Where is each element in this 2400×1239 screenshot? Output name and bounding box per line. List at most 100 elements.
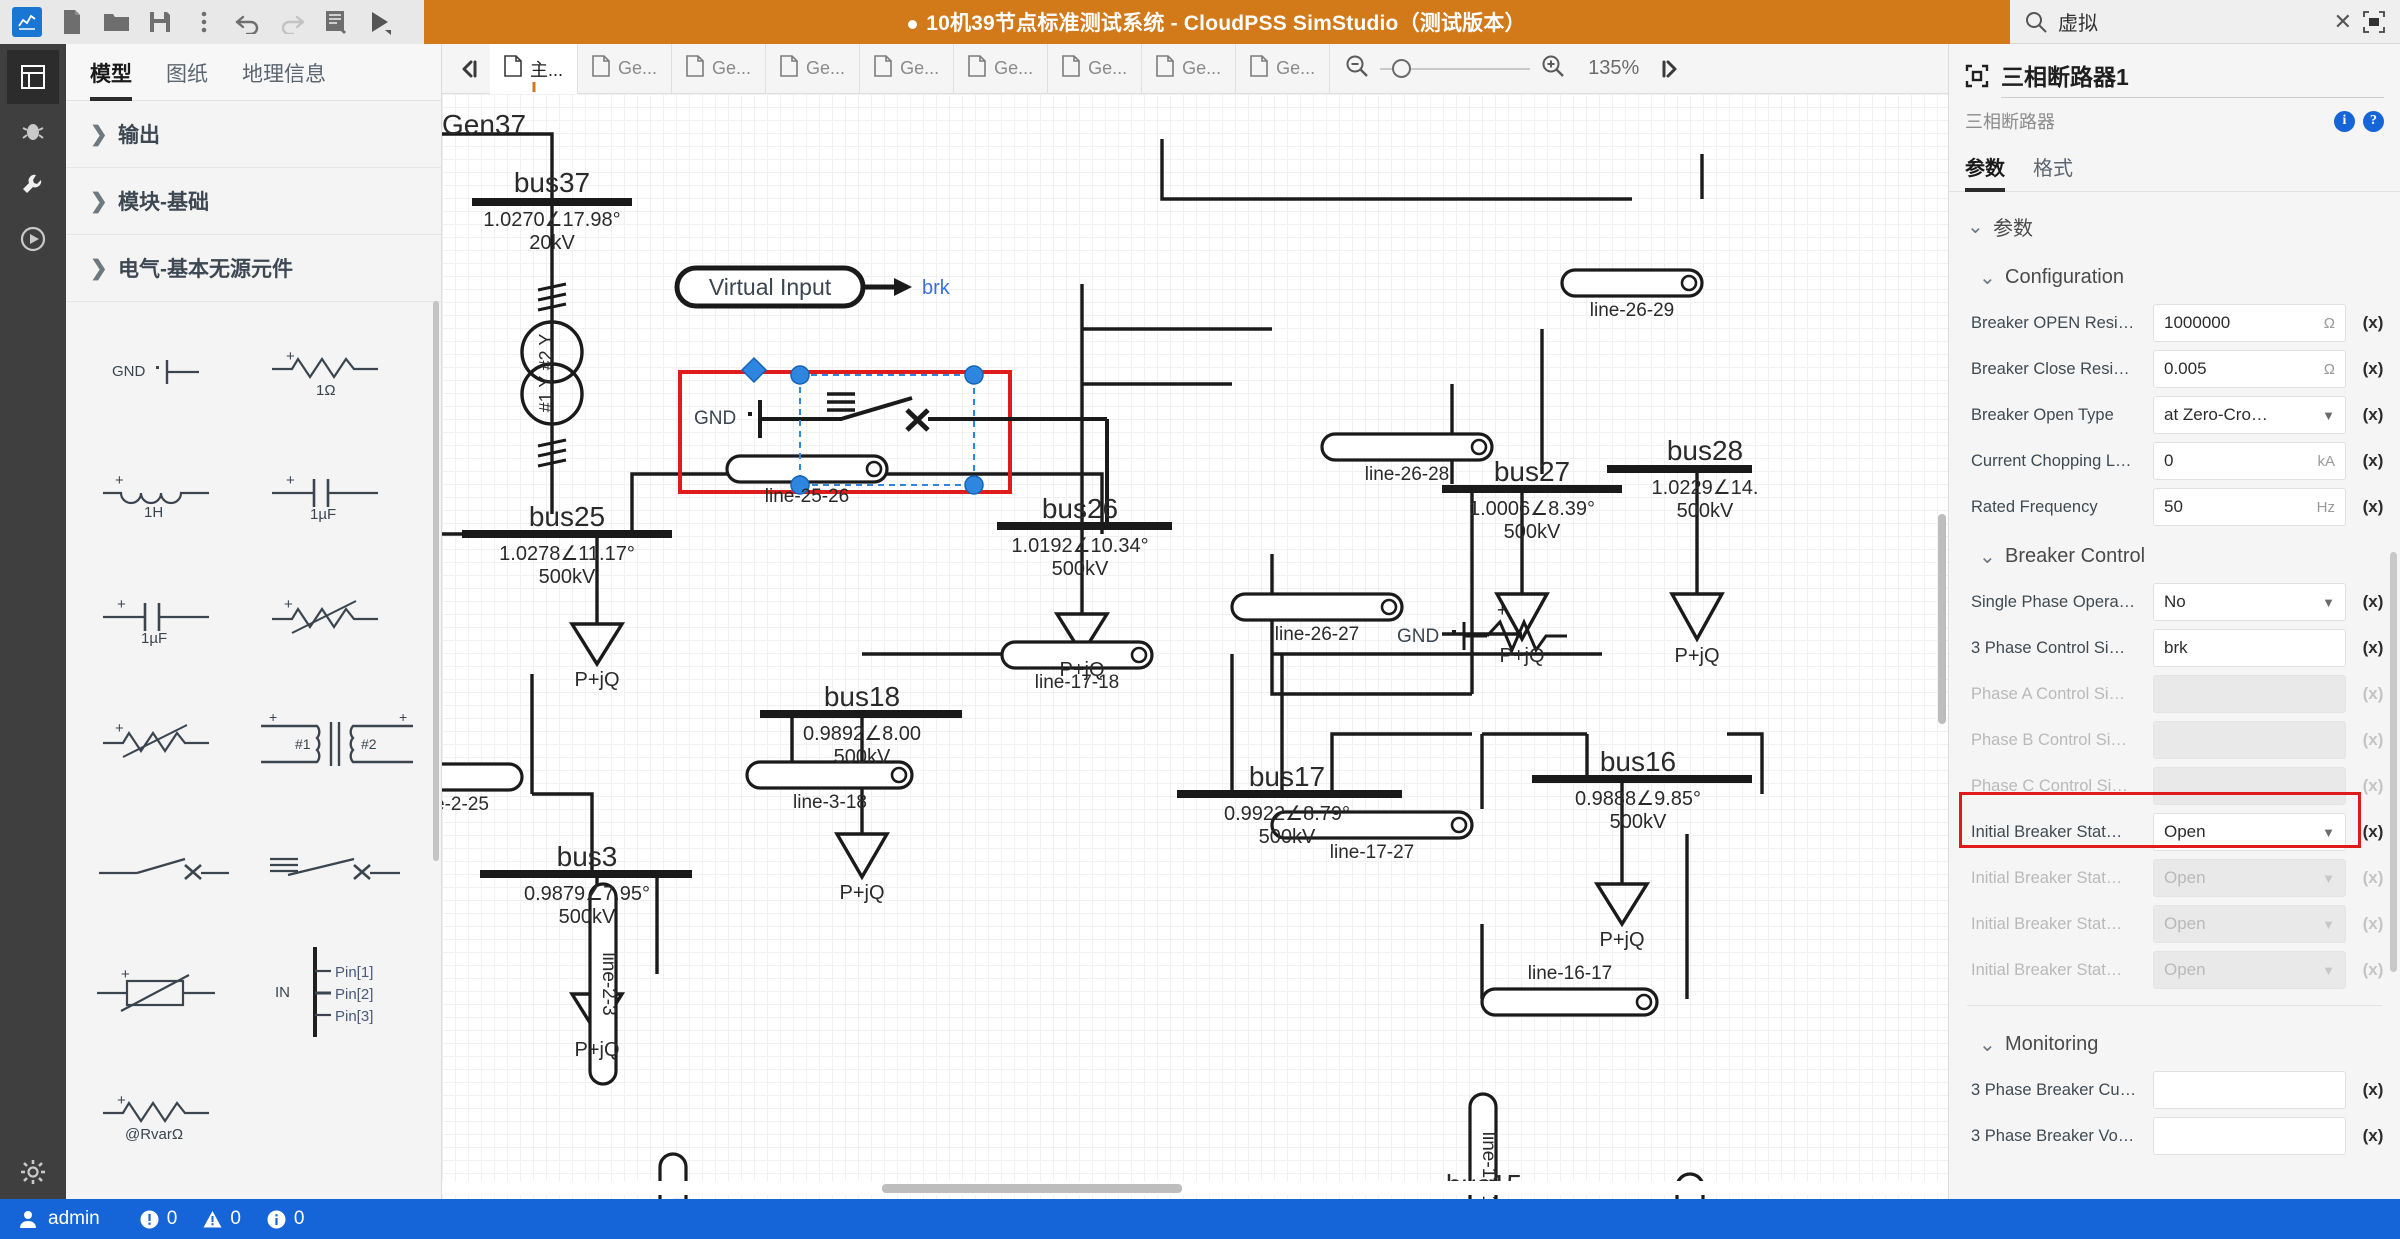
row-single-phase-operation: Single Phase Opera… No ▼ (x) (1949, 579, 2400, 625)
expression-toggle-button[interactable]: (x) (2356, 359, 2390, 379)
run-icon[interactable] (360, 2, 400, 42)
report-icon[interactable] (316, 2, 356, 42)
status-user[interactable]: admin (18, 1208, 100, 1230)
tab-drawing[interactable]: 图纸 (166, 58, 208, 100)
fullscreen-icon[interactable] (2362, 10, 2386, 34)
help-icon[interactable]: ? (2363, 110, 2384, 132)
left-panel-scrollbar[interactable] (433, 301, 439, 861)
tab-gen-2[interactable]: Ge... (672, 43, 767, 94)
zoom-in-icon[interactable] (1540, 53, 1566, 84)
palette-item-variable-resistor-2[interactable]: + (84, 690, 253, 798)
three-phase-breaker-current-input[interactable] (2153, 1071, 2346, 1109)
row-initial-breaker-state-a: Initial Breaker Stat… Open ▼ (x) (1949, 855, 2400, 901)
phase-c-control-signal-input (2153, 767, 2346, 805)
three-phase-breaker-voltage-input[interactable] (2153, 1117, 2346, 1155)
tab-gen-1[interactable]: Ge... (578, 43, 673, 94)
chevron-right-icon: ❯ (90, 189, 108, 213)
schematic-canvas[interactable]: GND + Virtual Input brk GND bus37 1.0270… (442, 94, 1948, 1199)
expression-toggle-button[interactable]: (x) (2356, 313, 2390, 333)
expression-toggle-button[interactable]: (x) (2356, 1080, 2390, 1100)
palette-item-capacitor[interactable]: + 1µF (253, 442, 423, 550)
row-phase-c-control-signal: Phase C Control Si… (x) (1949, 763, 2400, 809)
expression-toggle-button[interactable]: (x) (2356, 1126, 2390, 1146)
sidebar-item-project[interactable] (7, 50, 59, 104)
zoom-slider-knob[interactable] (1392, 59, 1412, 78)
tab-gen-3[interactable]: Ge... (766, 43, 861, 94)
tab-main-diagram[interactable]: 主... (490, 43, 579, 94)
three-phase-control-signal-input[interactable]: brk (2153, 629, 2346, 667)
save-icon[interactable] (140, 2, 180, 42)
expression-toggle-button[interactable]: (x) (2356, 638, 2390, 658)
expression-toggle-button[interactable]: (x) (2356, 451, 2390, 471)
palette-item-resistor[interactable]: + 1Ω (253, 318, 423, 426)
svg-text:line-2-25: line-2-25 (442, 794, 489, 815)
expression-toggle-button[interactable]: (x) (2356, 497, 2390, 517)
expression-toggle-button[interactable]: (x) (2356, 822, 2390, 842)
search-box[interactable]: 虚拟 ✕ (2010, 0, 2400, 44)
breaker-open-resistance-input[interactable]: 1000000 Ω (2153, 304, 2346, 342)
tab-format[interactable]: 格式 (2033, 152, 2073, 191)
sidebar-item-settings[interactable] (7, 1145, 59, 1199)
collapse-left-icon[interactable] (448, 47, 490, 91)
status-warnings[interactable]: 0 (203, 1208, 241, 1230)
canvas-horizontal-scrollbar[interactable] (442, 1181, 1948, 1195)
palette-item-nonlinear-resistor[interactable]: + (84, 938, 253, 1046)
zoom-level-label: 135% (1588, 57, 1640, 79)
section-configuration[interactable]: ⌄ Configuration (1949, 251, 2400, 300)
tab-gen-8[interactable]: Ge... (1236, 43, 1331, 94)
tab-gen-5[interactable]: Ge... (954, 43, 1049, 94)
tab-gen-7[interactable]: Ge... (1142, 43, 1237, 94)
search-input[interactable]: 虚拟 (2058, 7, 2324, 36)
tab-gen-6[interactable]: Ge... (1048, 43, 1143, 94)
palette-item-inductor[interactable]: + 1H (84, 442, 253, 550)
sidebar-item-tools[interactable] (7, 158, 59, 212)
group-output[interactable]: ❯ 输出 (66, 101, 441, 168)
sidebar-item-debug[interactable] (7, 104, 59, 158)
undo-icon[interactable] (228, 2, 268, 42)
expression-toggle-button[interactable]: (x) (2356, 592, 2390, 612)
zoom-out-icon[interactable] (1344, 53, 1370, 84)
palette-item-transformer[interactable]: + + #1 #2 (253, 690, 423, 798)
group-module-basic[interactable]: ❯ 模块-基础 (66, 168, 441, 235)
initial-breaker-state-b-select: Open ▼ (2153, 905, 2346, 943)
palette-item-rvar-resistor[interactable]: + @RvarΩ (84, 1062, 253, 1170)
properties-scrollbar[interactable] (2390, 552, 2397, 972)
username-label: admin (48, 1208, 100, 1229)
tab-parameters[interactable]: 参数 (1965, 152, 2005, 192)
initial-breaker-state-select[interactable]: Open ▼ (2153, 813, 2346, 851)
tab-geoinfo[interactable]: 地理信息 (242, 58, 326, 100)
sidebar-item-run[interactable] (7, 212, 59, 266)
palette-item-grounded-breaker[interactable] (253, 814, 423, 922)
tab-model[interactable]: 模型 (90, 58, 132, 101)
section-breaker-control[interactable]: ⌄ Breaker Control (1949, 530, 2400, 579)
zoom-slider[interactable] (1380, 59, 1531, 78)
component-name-field[interactable]: 三相断路器1 (2001, 58, 2384, 98)
open-folder-icon[interactable] (96, 2, 136, 42)
status-infos[interactable]: 0 (267, 1208, 304, 1230)
clear-search-icon[interactable]: ✕ (2334, 10, 2352, 33)
palette-item-ground[interactable]: GND (84, 318, 253, 426)
new-file-icon[interactable] (52, 2, 92, 42)
status-errors[interactable]: 0 (140, 1208, 177, 1230)
palette-item-breaker[interactable] (84, 814, 253, 922)
rated-frequency-input[interactable]: 50 Hz (2153, 488, 2346, 526)
section-parameters[interactable]: ⌄ 参数 (1949, 198, 2400, 251)
scrollbar-thumb[interactable] (882, 1184, 1182, 1193)
more-vertical-icon[interactable] (184, 2, 224, 42)
breaker-open-type-select[interactable]: at Zero-Cro… ▼ (2153, 396, 2346, 434)
section-monitoring[interactable]: ⌄ Monitoring (1949, 1018, 2400, 1067)
palette-item-multi-pin-bus[interactable]: IN Pin[1] Pin[2] Pin[3] (253, 938, 423, 1046)
canvas-vertical-scrollbar[interactable] (1938, 514, 1946, 724)
redo-icon[interactable] (272, 2, 312, 42)
expression-toggle-button[interactable]: (x) (2356, 405, 2390, 425)
expand-right-icon[interactable] (1649, 47, 1691, 91)
current-chopping-limit-input[interactable]: 0 kA (2153, 442, 2346, 480)
tab-gen-4[interactable]: Ge... (860, 43, 955, 94)
group-passive-components[interactable]: ❯ 电气-基本无源元件 (66, 235, 441, 302)
info-icon[interactable]: i (2334, 110, 2355, 132)
group-source-components[interactable]: ❯ 电气-基本电源元件 (66, 1180, 441, 1199)
palette-item-capacitor-2[interactable]: + 1µF (84, 566, 253, 674)
palette-item-variable-resistor[interactable]: + (253, 566, 423, 674)
single-phase-operation-select[interactable]: No ▼ (2153, 583, 2346, 621)
breaker-close-resistance-input[interactable]: 0.005 Ω (2153, 350, 2346, 388)
